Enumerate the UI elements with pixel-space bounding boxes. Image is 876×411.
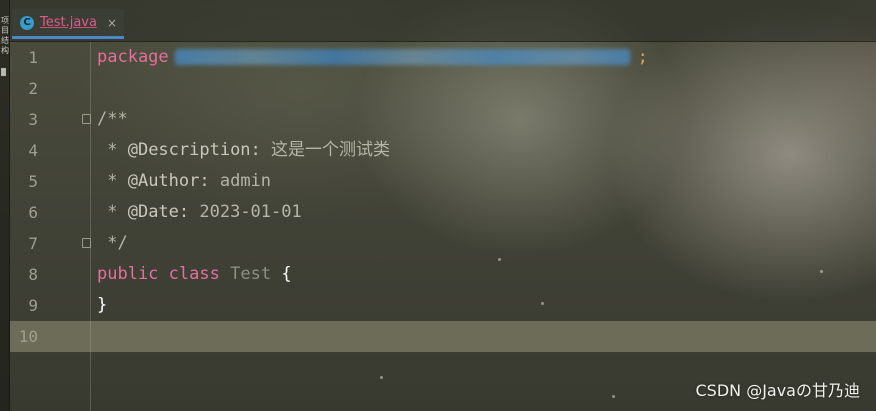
close-icon[interactable]: × bbox=[107, 16, 117, 30]
editor-tab-bar: C Test.java × bbox=[10, 0, 876, 42]
background-speck bbox=[612, 395, 615, 398]
line-number: 3 bbox=[28, 110, 38, 129]
keyword-public: public bbox=[97, 264, 159, 284]
java-class-icon: C bbox=[20, 15, 34, 30]
doc-author-text: admin bbox=[209, 171, 272, 191]
code-line-6: * @Date: 2023-01-01 bbox=[97, 197, 867, 228]
comment-prefix: * bbox=[97, 171, 128, 191]
open-brace: { bbox=[281, 264, 292, 284]
line-number: 8 bbox=[28, 265, 38, 284]
code-line-5: * @Author: admin bbox=[97, 166, 867, 197]
project-tool-label[interactable]: 项目结构 bbox=[1, 16, 9, 56]
doc-description-text: 这是一个测试类 bbox=[260, 140, 391, 160]
code-line-9: } bbox=[97, 290, 867, 321]
doc-tag-description: @Description: bbox=[127, 140, 261, 160]
editor-window: 项目结构 C Test.java × 1 2 3 4 5 6 7 8 9 10 … bbox=[0, 0, 876, 411]
background-speck bbox=[498, 258, 501, 261]
fold-end-icon[interactable] bbox=[82, 238, 91, 248]
code-editor[interactable]: package; /** * @Description: 这是一个测试类 * @… bbox=[97, 42, 867, 352]
line-number: 7 bbox=[28, 234, 38, 253]
code-line-8: public class Test { bbox=[97, 259, 867, 290]
background-speck bbox=[380, 376, 383, 379]
line-number: 6 bbox=[28, 203, 38, 222]
semicolon: ; bbox=[637, 47, 648, 67]
doc-date-text: 2023-01-01 bbox=[189, 202, 302, 222]
fold-start-icon[interactable] bbox=[82, 114, 91, 124]
watermark: CSDN @Javaの甘乃迪 bbox=[695, 381, 860, 400]
project-tool-strip[interactable]: 项目结构 bbox=[0, 0, 10, 411]
code-line-3: /** bbox=[97, 109, 128, 129]
line-number: 4 bbox=[28, 141, 38, 160]
keyword-class: class bbox=[168, 264, 220, 284]
code-line-7: */ bbox=[97, 233, 128, 253]
background-speck bbox=[541, 302, 544, 305]
tab-label[interactable]: Test.java bbox=[40, 15, 97, 30]
class-name: Test bbox=[230, 264, 272, 284]
redacted-package-name bbox=[174, 49, 630, 65]
comment-prefix: * bbox=[97, 140, 128, 160]
code-line-1: package; bbox=[97, 42, 867, 73]
tool-strip-marker bbox=[1, 68, 6, 76]
line-number: 5 bbox=[28, 172, 38, 191]
line-number: 10 bbox=[18, 327, 38, 346]
comment-prefix: * bbox=[97, 202, 128, 222]
doc-tag-author: @Author: bbox=[127, 171, 210, 191]
keyword-package: package bbox=[97, 47, 169, 67]
close-brace: } bbox=[97, 295, 108, 315]
line-number: 2 bbox=[28, 79, 38, 98]
tab-test-java[interactable]: C Test.java × bbox=[12, 9, 124, 39]
line-number-gutter: 1 2 3 4 5 6 7 8 9 10 bbox=[10, 42, 91, 411]
background-speck bbox=[820, 270, 823, 273]
doc-tag-date: @Date: bbox=[127, 202, 190, 222]
line-number: 1 bbox=[28, 48, 38, 67]
code-line-4: * @Description: 这是一个测试类 bbox=[97, 135, 867, 166]
line-number: 9 bbox=[28, 296, 38, 315]
